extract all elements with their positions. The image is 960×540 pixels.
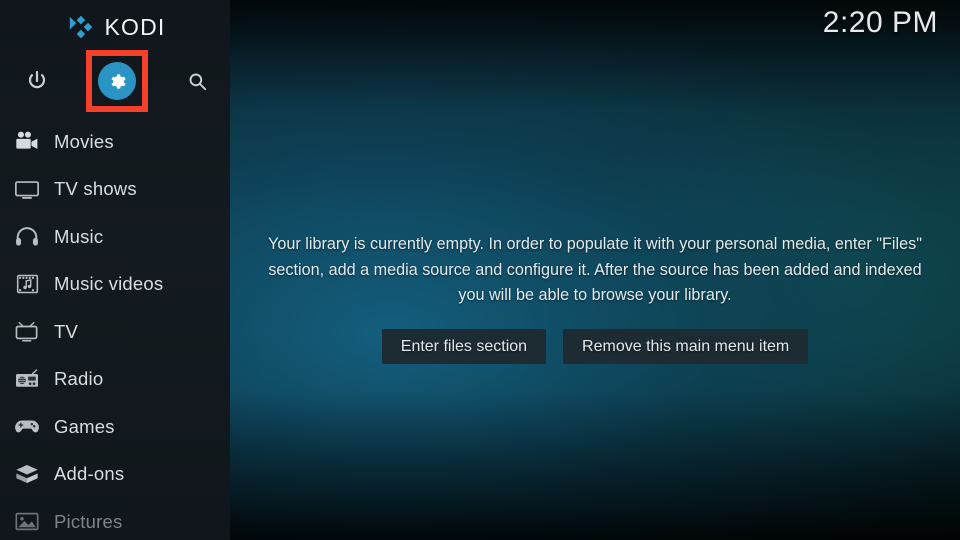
sidebar-item-label: Music videos — [54, 273, 164, 295]
pictures-icon — [10, 507, 44, 537]
kodi-home-screen: 2:20 PM KODI Movies TV shows Music Music… — [0, 0, 960, 540]
headphones-icon — [10, 222, 44, 252]
action-button-row: Enter files section Remove this main men… — [381, 328, 809, 364]
sidebar-item-movies[interactable]: Movies — [0, 118, 230, 166]
power-icon — [28, 70, 46, 89]
radio-icon — [10, 364, 44, 394]
movie-camera-icon — [10, 127, 44, 157]
sidebar-item-label: Radio — [54, 368, 104, 390]
remove-main-menu-item-button[interactable]: Remove this main menu item — [563, 328, 809, 364]
main-menu: Movies TV shows Music Music videos TV Ra… — [0, 118, 230, 540]
brand-name: KODI — [104, 13, 166, 40]
sidebar-item-music[interactable]: Music — [0, 213, 230, 261]
settings-button[interactable] — [88, 52, 146, 110]
film-music-icon — [10, 269, 44, 299]
sidebar: KODI Movies TV shows Music Music videos … — [0, 0, 230, 540]
sidebar-item-label: TV — [54, 320, 79, 342]
sidebar-item-label: Games — [54, 415, 115, 437]
brand-logo: KODI — [0, 8, 230, 46]
search-button[interactable] — [168, 52, 226, 110]
sidebar-top-actions — [0, 52, 230, 110]
sidebar-item-label: Music — [54, 225, 104, 247]
sidebar-item-radio[interactable]: Radio — [0, 356, 230, 404]
sidebar-item-add-ons[interactable]: Add-ons — [0, 451, 230, 499]
search-icon — [189, 73, 206, 90]
sidebar-item-pictures[interactable]: Pictures — [0, 498, 230, 540]
sidebar-item-label: Pictures — [54, 510, 123, 532]
power-button[interactable] — [8, 52, 66, 110]
sidebar-item-label: Add-ons — [54, 463, 125, 485]
settings-gear-icon — [111, 73, 126, 89]
sidebar-item-games[interactable]: Games — [0, 403, 230, 451]
retro-tv-icon — [10, 317, 44, 347]
gamepad-icon — [10, 412, 44, 442]
sidebar-item-music-videos[interactable]: Music videos — [0, 261, 230, 309]
kodi-logo-icon — [64, 12, 94, 42]
television-icon — [10, 174, 44, 204]
settings-gear-circle — [98, 62, 136, 100]
enter-files-section-button[interactable]: Enter files section — [381, 328, 547, 364]
sidebar-item-label: Movies — [54, 130, 114, 152]
sidebar-item-tv[interactable]: TV — [0, 308, 230, 356]
empty-library-message: Your library is currently empty. In orde… — [268, 235, 922, 304]
sidebar-item-label: TV shows — [54, 178, 137, 200]
addon-box-icon — [10, 459, 44, 489]
sidebar-item-tv-shows[interactable]: TV shows — [0, 166, 230, 214]
main-content: Your library is currently empty. In orde… — [230, 0, 960, 540]
